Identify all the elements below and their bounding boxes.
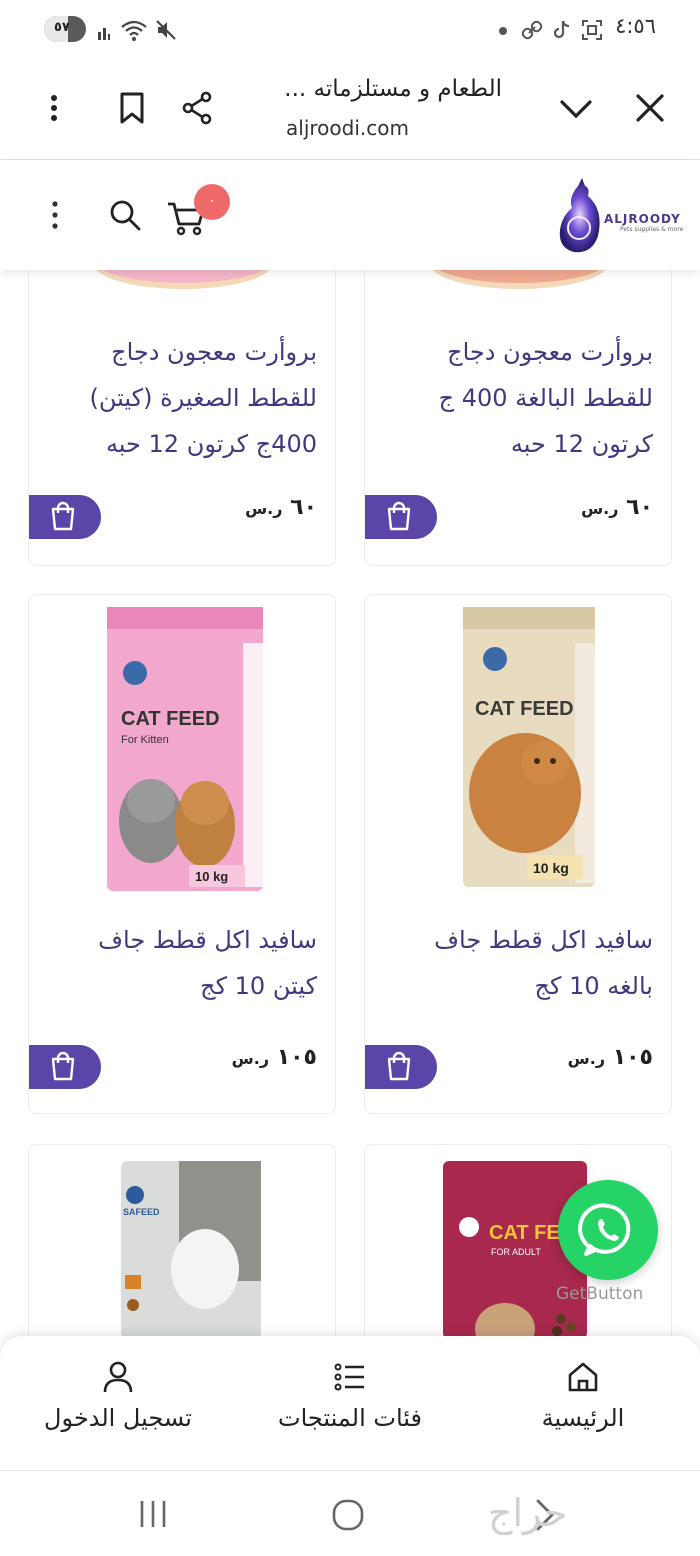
price-value: ٦٠ [290,495,317,520]
site-header: ٠ ALJROODY Pets supplies & more [0,160,700,270]
user-icon [103,1361,133,1393]
status-bar: ٥٧ ٤:٥٦ [0,0,700,60]
product-image[interactable]: CAT FEED 10 kg [365,603,672,893]
whatsapp-chat-button[interactable] [558,1180,658,1280]
product-card[interactable]: CAT FEED 10 kg سافيد اكل قطط جاف بالغه 1… [364,594,672,1114]
tiktok-icon [553,20,570,39]
battery-label: ٥٧ [54,20,70,35]
currency-symbol: ر.س [567,1049,606,1068]
product-card[interactable]: CAT FEED For Kitten 10 kg سافيد اكل قطط … [28,594,336,1114]
nav-item-home[interactable]: الرئيسية [500,1336,666,1470]
package-label: SAFEED [123,1207,160,1217]
battery-indicator: ٥٧ [44,16,86,42]
price-value: ٦٠ [626,495,653,520]
product-card[interactable]: بروأرت معجون دجاج للقطط البالغة 400 ج كر… [364,240,672,566]
dot-icon [499,27,507,35]
package-sublabel: FOR ADULT [491,1247,541,1257]
nav-label: فئات المنتجات [278,1404,422,1432]
signal-icon [98,28,110,40]
wifi-icon [121,20,147,41]
currency-symbol: ر.س [581,499,619,518]
nav-item-login[interactable]: تسجيل الدخول [20,1336,216,1470]
search-icon[interactable] [108,198,142,232]
screenshot-icon [582,20,602,40]
browser-toolbar: الطعام و مستلزماته ... aljroodi.com [0,62,700,160]
bookmark-icon[interactable] [114,90,150,126]
page-domain[interactable]: aljroodi.com [286,116,409,140]
cart-count-badge[interactable]: ٠ [194,184,230,220]
system-navigation-bar: حراج [0,1470,700,1556]
add-to-cart-button[interactable] [29,495,101,539]
package-label: CAT FEED [475,698,574,720]
nav-item-categories[interactable]: فئات المنتجات [252,1336,448,1470]
currency-symbol: ر.س [245,499,283,518]
product-title[interactable]: سافيد اكل قطط جاف كيتن 10 كج [47,917,317,1009]
home-icon [568,1362,598,1392]
product-price: ٦٠ ر.س [245,495,317,520]
more-vertical-icon[interactable] [38,198,72,232]
watermark: حراج [488,1491,568,1535]
add-to-cart-button[interactable] [365,1045,437,1089]
page-title[interactable]: الطعام و مستلزماته ... [242,76,502,102]
product-title[interactable]: بروأرت معجون دجاج للقطط البالغة 400 ج كر… [383,329,653,467]
more-vertical-icon[interactable] [36,90,72,126]
product-title[interactable]: سافيد اكل قطط جاف بالغه 10 كج [383,917,653,1009]
product-price: ١٠٥ ر.س [232,1045,317,1070]
mute-icon [156,20,176,40]
chevron-down-icon[interactable] [558,90,594,126]
bottom-navigation: الرئيسية فئات المنتجات تسجيل الدخول [0,1336,700,1470]
package-weight: 10 kg [533,860,569,876]
home-circle-icon[interactable] [330,1497,366,1533]
package-weight: 10 kg [195,869,228,884]
product-title[interactable]: بروأرت معجون دجاج للقطط الصغيرة (كيتن) 4… [47,329,317,467]
price-value: ١٠٥ [276,1045,317,1070]
package-sublabel: For Kitten [121,734,169,746]
list-icon [334,1363,364,1391]
nav-label: الرئيسية [541,1404,625,1432]
add-to-cart-button[interactable] [365,495,437,539]
status-time: ٤:٥٦ [615,14,656,38]
product-price: ١٠٥ ر.س [568,1045,653,1070]
nav-label: تسجيل الدخول [44,1404,192,1432]
screen: ٥٧ ٤:٥٦ الطعام و مستلزماته ... aljroodi.… [0,0,700,1556]
recents-icon[interactable] [136,1497,170,1531]
currency-symbol: ر.س [231,1049,270,1068]
logo-text: ALJROODY [604,212,681,226]
getbutton-credit[interactable]: GetButton [556,1284,643,1304]
whatsapp-icon [578,1203,631,1256]
close-icon[interactable] [632,90,668,126]
link-icon [521,20,543,40]
logo-subtext: Pets supplies & more [620,226,684,233]
share-icon[interactable] [180,90,216,126]
add-to-cart-button[interactable] [29,1045,101,1089]
product-image[interactable]: SAFEED [29,1159,336,1339]
package-label: CAT FEED [121,708,220,730]
product-price: ٦٠ ر.س [581,495,653,520]
product-image[interactable]: CAT FEED For Kitten 10 kg [29,603,336,893]
price-value: ١٠٥ [612,1045,653,1070]
product-card[interactable]: بروأرت معجون دجاج للقطط الصغيرة (كيتن) 4… [28,240,336,566]
